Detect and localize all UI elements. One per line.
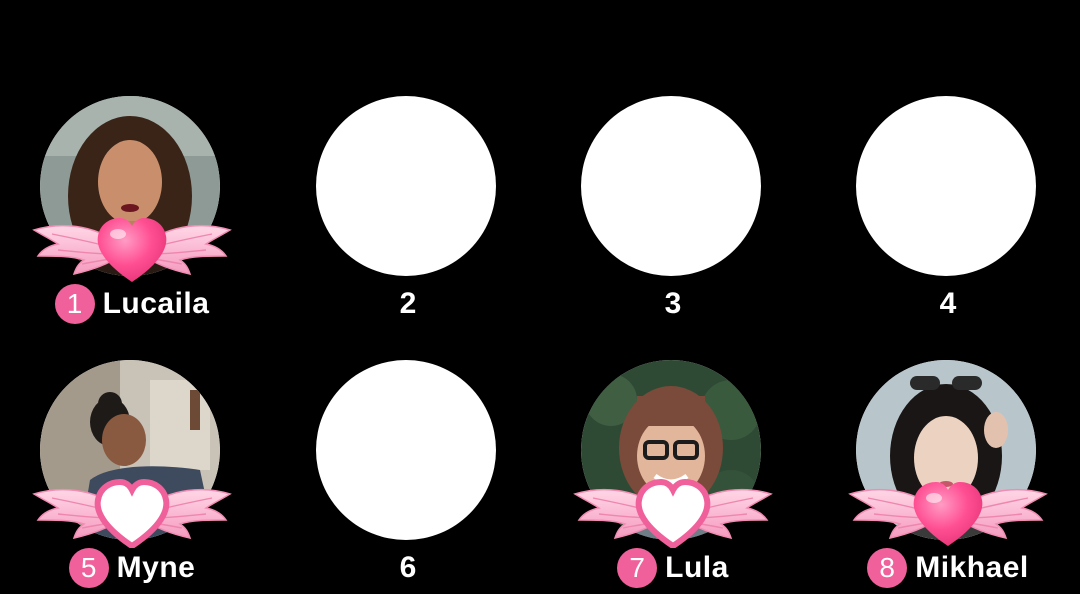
empty-seat-circle[interactable] bbox=[581, 96, 761, 276]
outline-heart-icon bbox=[98, 482, 167, 546]
winged-heart-badge bbox=[574, 468, 772, 548]
seat-label: 6 bbox=[298, 548, 518, 588]
seat-1[interactable]: 1 Lucaila bbox=[22, 92, 242, 332]
seat-name: Lula bbox=[665, 551, 729, 584]
winged-heart-badge bbox=[849, 482, 1047, 546]
seat-number: 3 bbox=[664, 287, 682, 320]
seat-6[interactable]: 6 bbox=[298, 356, 518, 594]
seat-2[interactable]: 2 bbox=[298, 92, 518, 332]
seat-number-badge: 7 bbox=[617, 548, 658, 588]
seat-number: 6 bbox=[399, 551, 417, 584]
seat-label: 7 Lula bbox=[563, 548, 783, 588]
seat-name: Myne bbox=[116, 551, 196, 584]
empty-seat-circle[interactable] bbox=[856, 96, 1036, 276]
seat-label: 3 bbox=[563, 284, 783, 324]
seat-label: 1 Lucaila bbox=[22, 284, 242, 324]
seat-number-badge: 5 bbox=[68, 548, 109, 588]
seat-8[interactable]: 8 Mikhael bbox=[838, 356, 1058, 594]
seat-number-badge: 1 bbox=[54, 284, 95, 324]
seat-name: Mikhael bbox=[915, 551, 1029, 584]
seat-5[interactable]: 5 Myne bbox=[22, 356, 242, 594]
empty-seat-circle[interactable] bbox=[316, 96, 496, 276]
seat-label: 4 bbox=[838, 284, 1058, 324]
winged-heart-badge bbox=[33, 468, 231, 548]
empty-seat-circle[interactable] bbox=[316, 360, 496, 540]
seat-grid: 1 Lucaila 2 3 4 5 Myne 6 7 Lula 8 Mikhae… bbox=[0, 0, 1080, 594]
seat-name: Lucaila bbox=[102, 287, 210, 320]
winged-heart-badge bbox=[33, 218, 231, 282]
seat-label: 5 Myne bbox=[22, 548, 242, 588]
seat-number: 2 bbox=[399, 287, 417, 320]
seat-3[interactable]: 3 bbox=[563, 92, 783, 332]
filled-heart-icon bbox=[97, 218, 167, 282]
seat-label: 8 Mikhael bbox=[838, 548, 1058, 588]
seat-number-badge: 8 bbox=[867, 548, 908, 588]
seat-7[interactable]: 7 Lula bbox=[563, 356, 783, 594]
seat-label: 2 bbox=[298, 284, 518, 324]
filled-heart-icon bbox=[913, 482, 983, 546]
seat-4[interactable]: 4 bbox=[838, 92, 1058, 332]
outline-heart-icon bbox=[639, 482, 708, 546]
seat-number: 4 bbox=[939, 287, 957, 320]
